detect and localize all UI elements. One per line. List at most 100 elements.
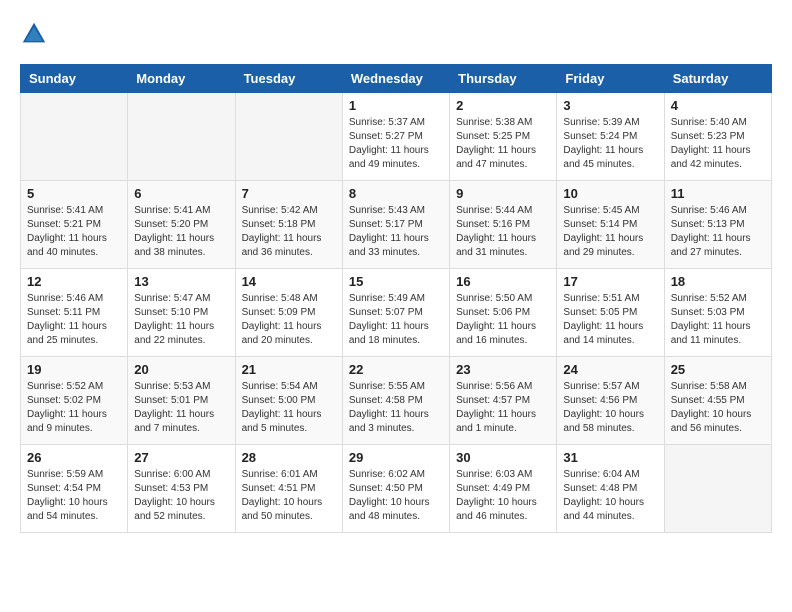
- day-number: 16: [456, 274, 550, 289]
- day-info: Sunrise: 5:47 AM Sunset: 5:10 PM Dayligh…: [134, 292, 228, 348]
- day-number: 13: [134, 274, 228, 289]
- calendar-cell: 28 Sunrise: 6:01 AM Sunset: 4:51 PM Dayli…: [235, 445, 342, 533]
- day-number: 28: [242, 450, 336, 465]
- weekday-header-tuesday: Tuesday: [235, 65, 342, 93]
- day-info: Sunrise: 5:37 AM Sunset: 5:27 PM Dayligh…: [349, 116, 443, 172]
- day-number: 7: [242, 186, 336, 201]
- weekday-header-sunday: Sunday: [21, 65, 128, 93]
- day-number: 31: [563, 450, 657, 465]
- day-number: 23: [456, 362, 550, 377]
- calendar-cell: [235, 93, 342, 181]
- day-number: 1: [349, 98, 443, 113]
- calendar-cell: 27 Sunrise: 6:00 AM Sunset: 4:53 PM Dayli…: [128, 445, 235, 533]
- day-info: Sunrise: 5:41 AM Sunset: 5:21 PM Dayligh…: [27, 204, 121, 260]
- weekday-header-monday: Monday: [128, 65, 235, 93]
- day-number: 12: [27, 274, 121, 289]
- day-number: 15: [349, 274, 443, 289]
- calendar-cell: 6 Sunrise: 5:41 AM Sunset: 5:20 PM Daylig…: [128, 181, 235, 269]
- calendar-cell: 31 Sunrise: 6:04 AM Sunset: 4:48 PM Dayli…: [557, 445, 664, 533]
- calendar-cell: 14 Sunrise: 5:48 AM Sunset: 5:09 PM Dayli…: [235, 269, 342, 357]
- day-info: Sunrise: 5:57 AM Sunset: 4:56 PM Dayligh…: [563, 380, 657, 436]
- logo-icon: [20, 20, 48, 48]
- day-info: Sunrise: 5:38 AM Sunset: 5:25 PM Dayligh…: [456, 116, 550, 172]
- day-info: Sunrise: 5:59 AM Sunset: 4:54 PM Dayligh…: [27, 468, 121, 524]
- day-info: Sunrise: 5:51 AM Sunset: 5:05 PM Dayligh…: [563, 292, 657, 348]
- calendar-cell: 20Sunrise: 5:53 AM Sunset: 5:01 PM Dayli…: [128, 357, 235, 445]
- day-info: Sunrise: 5:42 AM Sunset: 5:18 PM Dayligh…: [242, 204, 336, 260]
- calendar-cell: 13 Sunrise: 5:47 AM Sunset: 5:10 PM Dayli…: [128, 269, 235, 357]
- day-number: 29: [349, 450, 443, 465]
- day-number: 24: [563, 362, 657, 377]
- calendar-cell: 8 Sunrise: 5:43 AM Sunset: 5:17 PM Daylig…: [342, 181, 449, 269]
- day-info: Sunrise: 6:00 AM Sunset: 4:53 PM Dayligh…: [134, 468, 228, 524]
- day-number: 14: [242, 274, 336, 289]
- day-info: Sunrise: 5:45 AM Sunset: 5:14 PM Dayligh…: [563, 204, 657, 260]
- weekday-header-saturday: Saturday: [664, 65, 771, 93]
- calendar-header-row: SundayMondayTuesdayWednesdayThursdayFrid…: [21, 65, 772, 93]
- day-number: 21: [242, 362, 336, 377]
- calendar-cell: 3Sunrise: 5:39 AM Sunset: 5:24 PM Daylig…: [557, 93, 664, 181]
- calendar-cell: 4 Sunrise: 5:40 AM Sunset: 5:23 PM Daylig…: [664, 93, 771, 181]
- day-info: Sunrise: 5:52 AM Sunset: 5:02 PM Dayligh…: [27, 380, 121, 436]
- day-number: 10: [563, 186, 657, 201]
- calendar-cell: 7 Sunrise: 5:42 AM Sunset: 5:18 PM Daylig…: [235, 181, 342, 269]
- day-info: Sunrise: 5:52 AM Sunset: 5:03 PM Dayligh…: [671, 292, 765, 348]
- day-info: Sunrise: 5:41 AM Sunset: 5:20 PM Dayligh…: [134, 204, 228, 260]
- calendar-cell: [664, 445, 771, 533]
- day-number: 8: [349, 186, 443, 201]
- day-number: 30: [456, 450, 550, 465]
- weekday-header-wednesday: Wednesday: [342, 65, 449, 93]
- day-info: Sunrise: 5:49 AM Sunset: 5:07 PM Dayligh…: [349, 292, 443, 348]
- calendar-cell: 26 Sunrise: 5:59 AM Sunset: 4:54 PM Dayli…: [21, 445, 128, 533]
- day-number: 26: [27, 450, 121, 465]
- calendar-cell: [128, 93, 235, 181]
- page-header: [20, 20, 772, 48]
- calendar-table: SundayMondayTuesdayWednesdayThursdayFrid…: [20, 64, 772, 533]
- day-info: Sunrise: 5:54 AM Sunset: 5:00 PM Dayligh…: [242, 380, 336, 436]
- day-info: Sunrise: 5:50 AM Sunset: 5:06 PM Dayligh…: [456, 292, 550, 348]
- calendar-cell: 16 Sunrise: 5:50 AM Sunset: 5:06 PM Dayli…: [450, 269, 557, 357]
- day-number: 3: [563, 98, 657, 113]
- calendar-cell: 12 Sunrise: 5:46 AM Sunset: 5:11 PM Dayli…: [21, 269, 128, 357]
- day-info: Sunrise: 5:56 AM Sunset: 4:57 PM Dayligh…: [456, 380, 550, 436]
- day-number: 22: [349, 362, 443, 377]
- calendar-cell: 15 Sunrise: 5:49 AM Sunset: 5:07 PM Dayli…: [342, 269, 449, 357]
- calendar-cell: 17 Sunrise: 5:51 AM Sunset: 5:05 PM Dayli…: [557, 269, 664, 357]
- day-info: Sunrise: 5:40 AM Sunset: 5:23 PM Dayligh…: [671, 116, 765, 172]
- day-number: 9: [456, 186, 550, 201]
- day-info: Sunrise: 6:04 AM Sunset: 4:48 PM Dayligh…: [563, 468, 657, 524]
- day-number: 6: [134, 186, 228, 201]
- calendar-cell: 29 Sunrise: 6:02 AM Sunset: 4:50 PM Dayli…: [342, 445, 449, 533]
- calendar-week-1: 1 Sunrise: 5:37 AM Sunset: 5:27 PM Daylig…: [21, 93, 772, 181]
- calendar-week-4: 19Sunrise: 5:52 AM Sunset: 5:02 PM Dayli…: [21, 357, 772, 445]
- day-number: 2: [456, 98, 550, 113]
- day-info: Sunrise: 5:53 AM Sunset: 5:01 PM Dayligh…: [134, 380, 228, 436]
- calendar-cell: 30 Sunrise: 6:03 AM Sunset: 4:49 PM Dayli…: [450, 445, 557, 533]
- calendar-cell: 5 Sunrise: 5:41 AM Sunset: 5:21 PM Daylig…: [21, 181, 128, 269]
- day-number: 5: [27, 186, 121, 201]
- day-info: Sunrise: 5:48 AM Sunset: 5:09 PM Dayligh…: [242, 292, 336, 348]
- day-info: Sunrise: 5:46 AM Sunset: 5:13 PM Dayligh…: [671, 204, 765, 260]
- calendar-cell: 24 Sunrise: 5:57 AM Sunset: 4:56 PM Dayli…: [557, 357, 664, 445]
- day-info: Sunrise: 5:46 AM Sunset: 5:11 PM Dayligh…: [27, 292, 121, 348]
- logo: [20, 20, 52, 48]
- day-number: 25: [671, 362, 765, 377]
- day-number: 18: [671, 274, 765, 289]
- day-info: Sunrise: 6:03 AM Sunset: 4:49 PM Dayligh…: [456, 468, 550, 524]
- calendar-cell: 2 Sunrise: 5:38 AM Sunset: 5:25 PM Daylig…: [450, 93, 557, 181]
- day-info: Sunrise: 6:02 AM Sunset: 4:50 PM Dayligh…: [349, 468, 443, 524]
- calendar-cell: 11 Sunrise: 5:46 AM Sunset: 5:13 PM Dayli…: [664, 181, 771, 269]
- day-number: 4: [671, 98, 765, 113]
- day-info: Sunrise: 6:01 AM Sunset: 4:51 PM Dayligh…: [242, 468, 336, 524]
- calendar-week-5: 26 Sunrise: 5:59 AM Sunset: 4:54 PM Dayli…: [21, 445, 772, 533]
- day-number: 17: [563, 274, 657, 289]
- day-number: 27: [134, 450, 228, 465]
- calendar-cell: 1 Sunrise: 5:37 AM Sunset: 5:27 PM Daylig…: [342, 93, 449, 181]
- calendar-cell: 23 Sunrise: 5:56 AM Sunset: 4:57 PM Dayli…: [450, 357, 557, 445]
- calendar-week-3: 12 Sunrise: 5:46 AM Sunset: 5:11 PM Dayli…: [21, 269, 772, 357]
- calendar-cell: 9Sunrise: 5:44 AM Sunset: 5:16 PM Daylig…: [450, 181, 557, 269]
- calendar-week-2: 5 Sunrise: 5:41 AM Sunset: 5:21 PM Daylig…: [21, 181, 772, 269]
- calendar-cell: 10 Sunrise: 5:45 AM Sunset: 5:14 PM Dayli…: [557, 181, 664, 269]
- day-number: 11: [671, 186, 765, 201]
- day-info: Sunrise: 5:43 AM Sunset: 5:17 PM Dayligh…: [349, 204, 443, 260]
